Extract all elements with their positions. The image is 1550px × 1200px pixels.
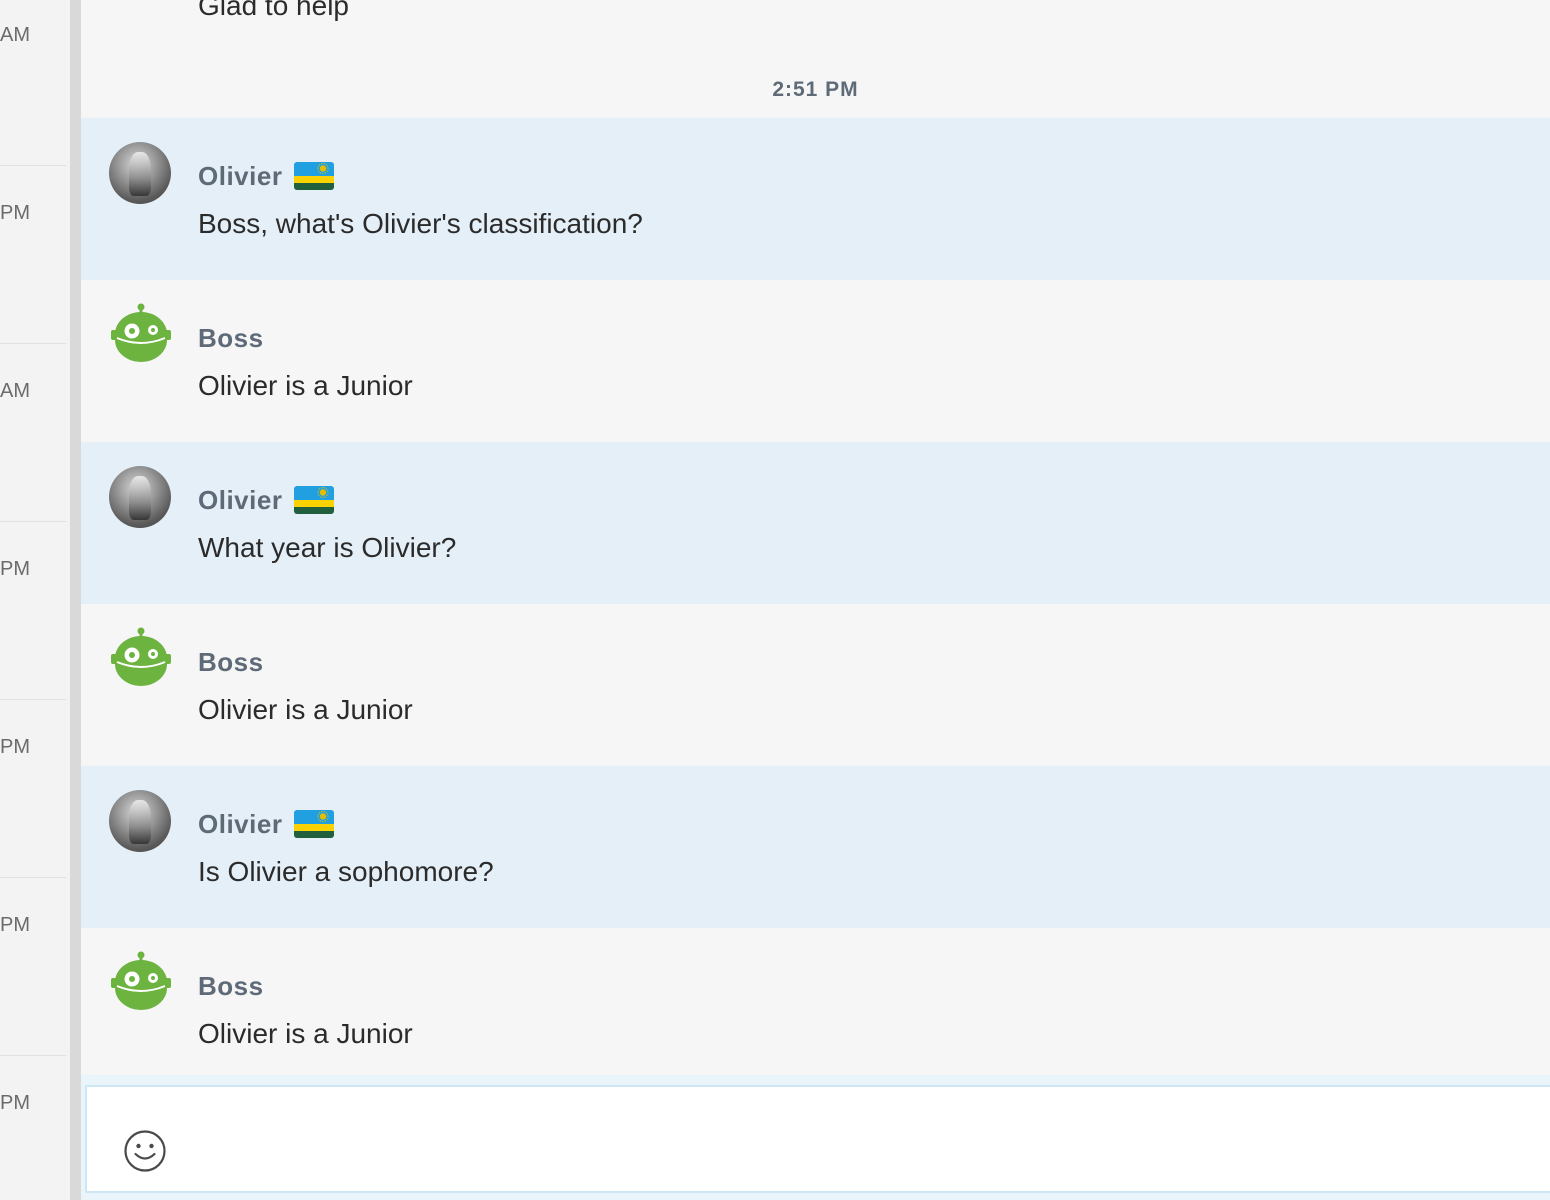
bot-robot-avatar[interactable] <box>109 626 173 690</box>
user-photo-avatar[interactable] <box>109 790 171 852</box>
conversation-list-item[interactable]: PM <box>0 1055 66 1200</box>
conversation-time: PM <box>0 736 30 758</box>
message-row[interactable]: Olivier Boss, what's Olivier's classific… <box>81 118 1550 280</box>
message-text: Olivier is a Junior <box>198 1018 413 1049</box>
message-text: Is Olivier a sophomore? <box>198 856 494 887</box>
user-photo-avatar[interactable] <box>109 466 171 528</box>
sidebar-resize-handle[interactable] <box>70 0 81 1200</box>
message-text: Olivier is a Junior <box>198 370 413 401</box>
conversation-list-item[interactable]: PM <box>0 521 66 700</box>
rwanda-flag-icon <box>294 162 335 190</box>
user-photo-avatar[interactable] <box>109 142 171 204</box>
sender-line: Boss <box>198 322 264 354</box>
rwanda-flag-icon <box>294 486 335 514</box>
conversation-time: AM <box>0 380 30 402</box>
conversation-time: PM <box>0 558 30 580</box>
message-text: Olivier is a Junior <box>198 694 413 725</box>
bot-robot-avatar[interactable] <box>109 302 173 366</box>
compose-box[interactable] <box>85 1085 1550 1193</box>
rwanda-flag-icon <box>294 810 335 838</box>
emoji-smiley-icon[interactable] <box>123 1129 167 1173</box>
compose-area <box>81 1075 1550 1200</box>
conversation-time: AM <box>0 24 30 46</box>
time-separator: 2:51 PM <box>772 78 859 101</box>
sender-name[interactable]: Olivier <box>198 161 282 192</box>
sender-name[interactable]: Olivier <box>198 809 282 840</box>
conversation-list-item[interactable]: AM <box>0 343 66 522</box>
sender-name[interactable]: Boss <box>198 323 264 354</box>
message-row[interactable]: Boss Olivier is a Junior <box>81 928 1550 1075</box>
message-text: What year is Olivier? <box>198 532 457 563</box>
sender-name[interactable]: Boss <box>198 647 264 678</box>
sender-line: Olivier <box>198 484 335 516</box>
message-list[interactable]: Glad to help 2:51 PM Olivier Boss, what'… <box>81 0 1550 1075</box>
conversation-list-item[interactable]: PM <box>0 165 66 344</box>
message-row[interactable]: Olivier What year is Olivier? <box>81 442 1550 604</box>
message-text: Boss, what's Olivier's classification? <box>198 208 643 239</box>
conversation-time: PM <box>0 1092 30 1114</box>
sender-line: Olivier <box>198 160 335 192</box>
sender-line: Boss <box>198 646 264 678</box>
message-input[interactable] <box>197 1117 1541 1185</box>
conversation-list-item[interactable]: PM <box>0 699 66 878</box>
conversation-list-item[interactable]: PM <box>0 877 66 1056</box>
conversation-time: PM <box>0 202 30 224</box>
message-row[interactable]: Boss Olivier is a Junior <box>81 604 1550 766</box>
sender-line: Boss <box>198 970 264 1002</box>
sender-name[interactable]: Olivier <box>198 485 282 516</box>
conversation-time: PM <box>0 914 30 936</box>
message-row[interactable]: Olivier Is Olivier a sophomore? <box>81 766 1550 928</box>
message-text: Glad to help <box>198 0 349 21</box>
conversation-list-item[interactable]: AM <box>0 0 66 166</box>
bot-robot-avatar[interactable] <box>109 950 173 1014</box>
conversation-list[interactable]: AM PM AM PM PM PM PM <box>0 0 70 1200</box>
sender-name[interactable]: Boss <box>198 971 264 1002</box>
message-row[interactable]: Boss Olivier is a Junior <box>81 280 1550 442</box>
sender-line: Olivier <box>198 808 335 840</box>
chat-app: AM PM AM PM PM PM PM Glad to help 2:51 P… <box>0 0 1550 1200</box>
